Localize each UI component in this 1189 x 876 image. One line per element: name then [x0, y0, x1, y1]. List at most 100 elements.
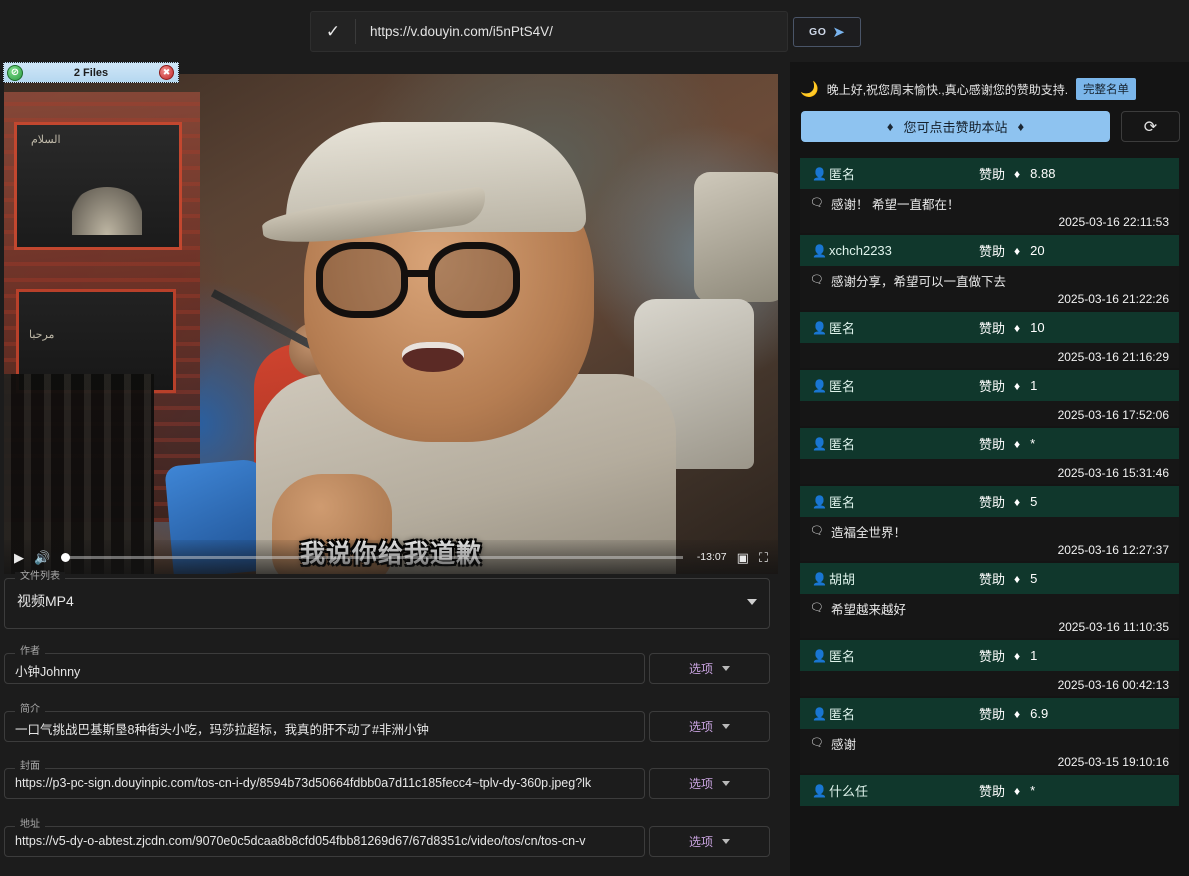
url-input[interactable]: https://v.douyin.com/i5nPtS4V/: [356, 24, 787, 39]
gem-icon: ♦: [1014, 650, 1020, 662]
author-legend: 作者: [15, 647, 45, 657]
donation-amount: 10: [1030, 320, 1044, 335]
fullscreen-icon[interactable]: ⛶: [759, 551, 768, 564]
author-value[interactable]: 小钟Johnny: [5, 654, 644, 687]
greeting-bar: 🌙 晚上好,祝您周末愉快.,真心感谢您的赞助支持. 完整名单: [800, 72, 1179, 106]
address-value[interactable]: https://v5-dy-o-abtest.zjcdn.com/9070e0c…: [5, 827, 644, 855]
cover-value[interactable]: https://p3-pc-sign.douyinpic.com/tos-cn-…: [5, 769, 644, 797]
donation-amount: 1: [1030, 378, 1037, 393]
description-field[interactable]: 简介 一口气挑战巴基斯垦8种街头小吃，玛莎拉超标，我真的肝不动了#非洲小钟: [4, 711, 645, 742]
description-options-button[interactable]: 选项: [649, 711, 770, 742]
donation-header: 👤匿名赞助♦10: [800, 312, 1179, 343]
user-icon: 👤: [812, 573, 829, 585]
comment-icon: 🗨: [810, 526, 824, 537]
donation-header: 👤胡胡赞助♦5: [800, 563, 1179, 594]
video-player[interactable]: السلام مرحبا: [4, 74, 778, 574]
video-frame: السلام مرحبا: [4, 74, 778, 574]
donation-list[interactable]: 👤匿名赞助♦8.88🗨感谢！ 希望一直都在！2025-03-16 22:11:5…: [800, 158, 1179, 876]
picture-in-picture-icon[interactable]: ▣: [737, 551, 749, 564]
moon-icon: 🌙: [800, 82, 819, 97]
app-window: ✓ https://v.douyin.com/i5nPtS4V/ GO ➤ ⊘ …: [0, 0, 1189, 876]
video-progress-knob[interactable]: [61, 553, 70, 562]
video-sack-top: [694, 172, 778, 302]
donation-time: 2025-03-16 17:52:06: [810, 408, 1169, 422]
donate-label: 赞助: [979, 318, 1005, 337]
refresh-button[interactable]: ⟳: [1121, 111, 1180, 142]
donation-message: 希望越来越好: [831, 599, 906, 618]
user-icon: 👤: [812, 438, 829, 450]
chevron-down-icon[interactable]: [747, 599, 757, 605]
author-options-button[interactable]: 选项: [649, 653, 770, 684]
cover-legend: 封面: [15, 762, 45, 772]
donor-name: 匿名: [829, 646, 979, 665]
comment-icon: 🗨: [810, 738, 824, 749]
cover-options-button[interactable]: 选项: [649, 768, 770, 799]
play-button-icon[interactable]: ▶: [14, 551, 24, 564]
donation-amount: *: [1030, 783, 1035, 798]
video-subject-mouth: [402, 342, 464, 372]
donation-time: 2025-03-16 15:31:46: [810, 466, 1169, 480]
field-row-description: 简介 一口气挑战巴基斯垦8种街头小吃，玛莎拉超标，我真的肝不动了#非洲小钟 选项: [4, 711, 770, 742]
check-icon: ✓: [311, 11, 355, 52]
url-input-container[interactable]: ✓ https://v.douyin.com/i5nPtS4V/: [310, 11, 788, 52]
gem-icon: ♦: [1014, 496, 1020, 508]
poster-text-2: مرحبا: [29, 328, 54, 341]
address-field[interactable]: 地址 https://v5-dy-o-abtest.zjcdn.com/9070…: [4, 826, 645, 857]
volume-icon[interactable]: 🔊: [34, 551, 50, 564]
donation-amount: *: [1030, 436, 1035, 451]
cover-field[interactable]: 封面 https://p3-pc-sign.douyinpic.com/tos-…: [4, 768, 645, 799]
donor-name: 匿名: [829, 376, 979, 395]
donate-label: 赞助: [979, 241, 1005, 260]
donation-header: 👤匿名赞助♦*: [800, 428, 1179, 459]
donate-label: 赞助: [979, 781, 1005, 800]
chevron-down-icon: [722, 724, 730, 729]
gem-icon: ♦: [1014, 168, 1020, 180]
file-list-legend: 文件列表: [15, 572, 65, 582]
top-url-bar: ✓ https://v.douyin.com/i5nPtS4V/ GO ➤: [0, 0, 1189, 62]
donor-name: 胡胡: [829, 569, 979, 588]
donor-name: 匿名: [829, 434, 979, 453]
donate-label: 赞助: [979, 646, 1005, 665]
sidebar-actions: ♦ 您可点击赞助本站 ♦ ⟳: [801, 111, 1179, 143]
gem-icon: ♦: [887, 120, 894, 133]
video-progress-bar[interactable]: [64, 556, 683, 559]
donation-item: 👤匿名赞助♦10🗨2025-03-16 21:16:29: [800, 312, 1179, 368]
gem-icon: ♦: [1014, 322, 1020, 334]
user-icon: 👤: [812, 708, 829, 720]
close-icon[interactable]: ✖: [159, 65, 174, 80]
donation-item: 👤匿名赞助♦5🗨造福全世界！2025-03-16 12:27:37: [800, 486, 1179, 561]
left-content-panel: ⊘ 2 Files ✖ السلام مرحبا: [0, 62, 782, 876]
field-row-address: 地址 https://v5-dy-o-abtest.zjcdn.com/9070…: [4, 826, 770, 857]
sponsor-button-label: 您可点击赞助本站: [903, 117, 1007, 136]
files-tab[interactable]: ⊘ 2 Files ✖: [3, 62, 179, 83]
address-options-button[interactable]: 选项: [649, 826, 770, 857]
user-icon: 👤: [812, 496, 829, 508]
donation-header: 👤匿名赞助♦8.88: [800, 158, 1179, 189]
donation-body: 🗨2025-03-16 21:16:29: [800, 343, 1179, 368]
comment-icon: 🗨: [810, 603, 824, 614]
donation-amount: 6.9: [1030, 706, 1048, 721]
user-icon: 👤: [812, 245, 829, 257]
donor-name: 匿名: [829, 164, 979, 183]
files-tab-label: 2 Files: [23, 67, 159, 79]
address-legend: 地址: [15, 820, 45, 830]
donation-body: 🗨 希望越来越好 2025-03-16 11:10:35: [800, 594, 1179, 638]
go-button[interactable]: GO ➤: [793, 17, 861, 47]
author-field[interactable]: 作者 小钟Johnny: [4, 653, 645, 684]
donation-time: 2025-03-16 11:10:35: [810, 620, 1169, 634]
donation-time: 2025-03-16 21:16:29: [810, 350, 1169, 364]
donation-body: 🗨造福全世界！2025-03-16 12:27:37: [800, 517, 1179, 561]
poster-text-1: السلام: [31, 133, 61, 146]
donation-message: 感谢: [831, 734, 856, 753]
chevron-down-icon: [722, 666, 730, 671]
donation-amount: 1: [1030, 648, 1037, 663]
file-list-value: 视频MP4: [5, 579, 769, 622]
donation-header: 👤匿名赞助♦5: [800, 486, 1179, 517]
file-list-select[interactable]: 文件列表 视频MP4: [4, 578, 770, 629]
donation-message-row: 🗨 感谢: [810, 734, 1169, 753]
full-list-button[interactable]: 完整名单: [1076, 78, 1136, 100]
donation-item: 👤xchch2233赞助♦20🗨感谢分享，希望可以一直做下去2025-03-16…: [800, 235, 1179, 310]
description-value[interactable]: 一口气挑战巴基斯垦8种街头小吃，玛莎拉超标，我真的肝不动了#非洲小钟: [5, 712, 644, 745]
sponsor-button[interactable]: ♦ 您可点击赞助本站 ♦: [801, 111, 1110, 142]
field-row-author: 作者 小钟Johnny 选项: [4, 653, 770, 684]
